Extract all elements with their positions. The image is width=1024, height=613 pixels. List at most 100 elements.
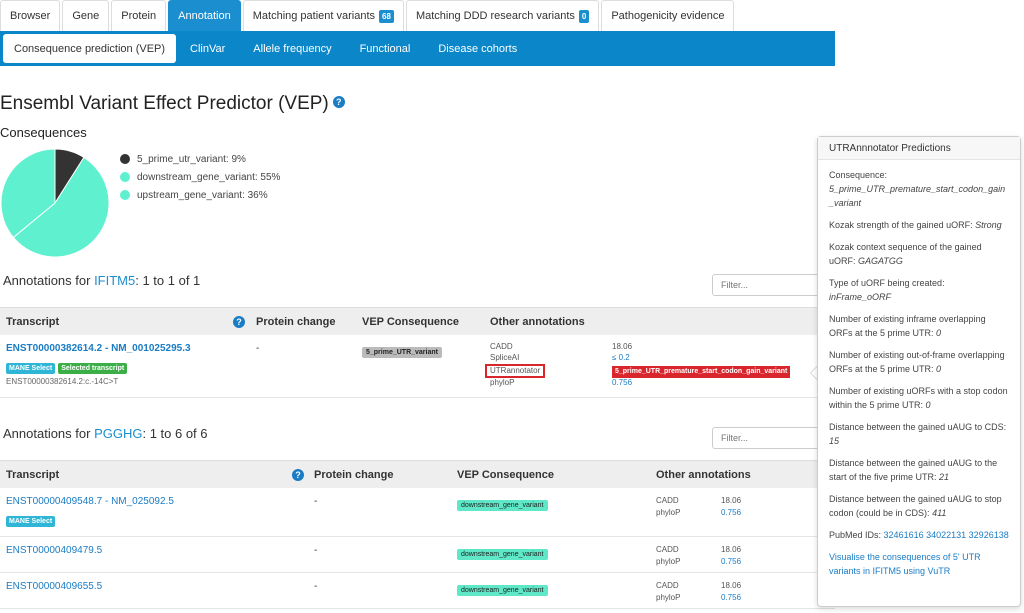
tab-label: Annotation	[178, 10, 231, 22]
legend-dot	[120, 154, 130, 164]
cadd-value: 18.06	[612, 342, 633, 351]
popover-item-value: inFrame_oORF	[829, 292, 892, 302]
transcript-link[interactable]: ENST00000409479.5	[6, 545, 102, 556]
pubmed-label: PubMed IDs:	[829, 530, 882, 540]
tab-pathogenicity-evidence[interactable]: Pathogenicity evidence	[601, 0, 735, 31]
popover-item: Kozak context sequence of the gained uOR…	[829, 240, 1009, 268]
consequence-badge: downstream_gene_variant	[457, 545, 548, 560]
tab-label: ClinVar	[190, 42, 226, 55]
pubmed-ids: PubMed IDs: 32461616 34022131 32926138	[829, 528, 1009, 542]
pie-legend: 5_prime_utr_variant: 9% downstream_gene_…	[120, 150, 280, 204]
pubmed-link[interactable]: 32926138	[969, 530, 1009, 540]
tab-label: Protein	[121, 10, 157, 22]
protein-change-value: -	[314, 496, 318, 507]
annotations-heading-pgghg: Annotations for PGGHG: 1 to 6 of 6	[3, 426, 208, 441]
tab-clinvar[interactable]: ClinVar	[176, 34, 239, 63]
tab-allele-frequency[interactable]: Allele frequency	[239, 34, 345, 63]
tab-gene[interactable]: Gene	[62, 0, 110, 31]
help-icon[interactable]: ?	[233, 316, 245, 329]
spliceai-value-text: ≤ 0.2	[612, 353, 630, 362]
count-badge: 68	[379, 9, 394, 23]
popover-item-label: Type of uORF being created:	[829, 278, 945, 288]
cadd-label: CADD	[656, 581, 679, 590]
col-vep-consequence: VEP Consequence	[457, 469, 554, 481]
heading-prefix: Annotations for	[3, 273, 95, 288]
transcript-link[interactable]: ENST00000382614.2 - NM_001025295.3	[6, 343, 191, 354]
help-glyph: ?	[292, 469, 304, 482]
transcript-link[interactable]: ENST00000409548.7 - NM_025092.5	[6, 496, 174, 507]
popover-item: Consequence: 5_prime_UTR_premature_start_…	[829, 168, 1009, 210]
popover-item-value: 0	[936, 328, 942, 338]
consequence-label: downstream_gene_variant	[457, 500, 548, 511]
tab-label: Pathogenicity evidence	[611, 10, 725, 22]
phylop-value: 0.756	[612, 378, 632, 388]
utrannotator-label-text: UTRannotator	[485, 364, 546, 378]
utrannotator-value[interactable]: 5_prime_UTR_premature_start_codon_gain_v…	[612, 366, 791, 378]
table-row: ENST00000382614.2 - NM_001025295.3 MANE …	[0, 335, 835, 398]
cadd-value: 18.06	[721, 581, 742, 590]
tab-protein[interactable]: Protein	[111, 0, 167, 31]
tab-consequence-prediction[interactable]: Consequence prediction (VEP)	[3, 34, 177, 63]
count-badge: 0	[578, 9, 590, 23]
cadd-value: 18.06	[721, 496, 742, 505]
help-glyph: ?	[233, 316, 245, 329]
popover-item: Distance between the gained uAUG to CDS:…	[829, 420, 1009, 448]
cadd-value: 18.06	[721, 545, 742, 554]
help-icon[interactable]: ?	[292, 469, 304, 482]
phylop-label: phyloP	[490, 378, 515, 387]
col-protein-change: Protein change	[314, 469, 394, 481]
tab-label: Matching DDD research variants	[415, 10, 575, 22]
pubmed-link[interactable]: 32461616	[884, 530, 924, 540]
filter-input-pgghg[interactable]	[712, 427, 832, 449]
heading-prefix: Annotations for	[3, 426, 95, 441]
consequence-badge: downstream_gene_variant	[457, 581, 548, 596]
popover-item-label: Number of existing out-of-frame overlapp…	[829, 350, 1005, 374]
heading-suffix: : 1 to 1 of 1	[135, 273, 201, 288]
tab-label: Matching patient variants	[252, 10, 376, 22]
phylop-value: 0.756	[721, 508, 741, 518]
popover-item-label: Kozak context sequence of the gained uOR…	[829, 242, 982, 266]
tab-matching-ddd-variants[interactable]: Matching DDD research variants 0	[405, 0, 600, 31]
gene-link-ifitm5[interactable]: IFITM5	[94, 273, 135, 288]
gene-link-pgghg[interactable]: PGGHG	[94, 426, 142, 441]
popover-item-value: Strong	[975, 220, 1002, 230]
popover-item-value: 0	[925, 400, 931, 410]
help-icon[interactable]: ?	[332, 95, 345, 108]
legend-label: upstream_gene_variant: 36%	[137, 189, 268, 201]
visualise-vutr-link[interactable]: Visualise the consequences of 5' UTR var…	[829, 550, 1009, 578]
consequence-pie-chart	[0, 148, 110, 258]
pubmed-link[interactable]: 34022131	[926, 530, 966, 540]
main-tabs: Browser Gene Protein Annotation Matching…	[0, 0, 736, 31]
tab-disease-cohorts[interactable]: Disease cohorts	[424, 34, 531, 63]
tab-label: Disease cohorts	[438, 42, 518, 55]
tab-matching-patient-variants[interactable]: Matching patient variants 68	[242, 0, 404, 31]
phylop-value: 0.756	[721, 557, 741, 567]
table-row: ENST00000409655.5 - downstream_gene_vari…	[0, 573, 835, 609]
legend-label: downstream_gene_variant: 55%	[137, 171, 281, 183]
tab-label: Consequence prediction (VEP)	[14, 42, 166, 55]
tab-functional[interactable]: Functional	[346, 34, 425, 63]
phylop-label: phyloP	[656, 508, 681, 517]
transcript-link[interactable]: ENST00000409655.5	[6, 581, 102, 592]
popover-item: Kozak strength of the gained uORF: Stron…	[829, 218, 1009, 232]
table-header-pgghg: Transcript ? Protein change VEP Conseque…	[0, 460, 835, 488]
tab-browser[interactable]: Browser	[0, 0, 61, 31]
cadd-label: CADD	[656, 496, 679, 505]
consequence-label: 5_prime_UTR_variant	[362, 347, 442, 358]
phylop-value: 0.756	[721, 593, 741, 603]
protein-change-value: -	[314, 545, 318, 556]
utrannotator-badge: 5_prime_UTR_premature_start_codon_gain_v…	[612, 366, 791, 378]
popover-item-value: 15	[829, 436, 840, 446]
transcript-badges: MANE Select	[6, 512, 58, 527]
page-title: Ensembl Variant Effect Predictor (VEP)?	[0, 93, 345, 115]
popover-item-label: Distance between the gained uAUG to the …	[829, 458, 998, 482]
popover-item-value: 0	[936, 364, 942, 374]
table-header-ifitm5: Transcript ? Protein change VEP Conseque…	[0, 307, 835, 335]
tab-annotation[interactable]: Annotation	[168, 0, 241, 31]
col-other-annotations: Other annotations	[656, 469, 751, 481]
popover-item: Distance between the gained uAUG to stop…	[829, 492, 1009, 520]
table-row: ENST00000409548.7 - NM_025092.5 MANE Sel…	[0, 488, 835, 537]
popover-body: Consequence: 5_prime_UTR_premature_start_…	[818, 160, 1020, 578]
phylop-value-text: 0.756	[612, 378, 633, 387]
filter-input-ifitm5[interactable]	[712, 274, 832, 296]
